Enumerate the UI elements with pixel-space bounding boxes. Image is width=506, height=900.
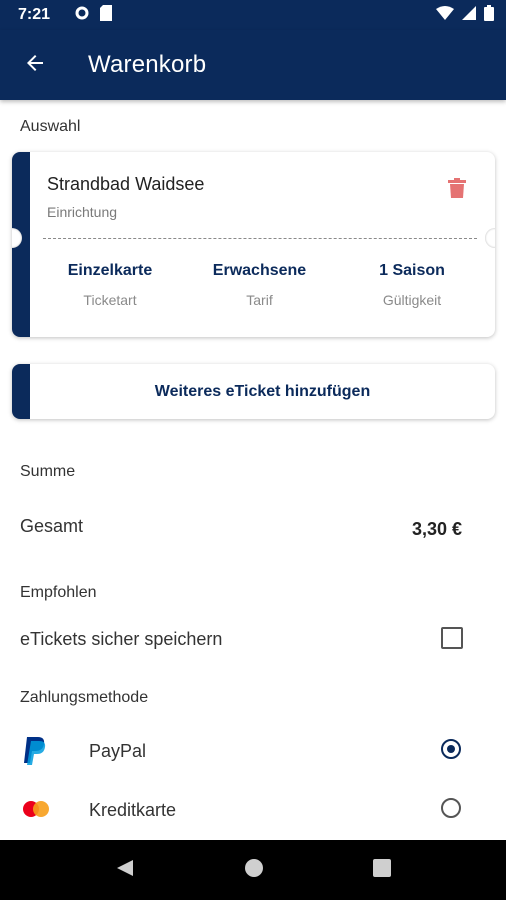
section-sum: Summe xyxy=(20,463,76,480)
add-ticket-stripe xyxy=(12,364,30,419)
ticket-name: Strandbad Waidsee xyxy=(47,174,205,194)
ticket-tariff-label: Tarif xyxy=(246,292,273,308)
nav-recents-icon[interactable] xyxy=(373,858,392,882)
ticket-notch-right xyxy=(485,228,495,248)
status-bar: 7:21 xyxy=(0,0,506,30)
signal-icon xyxy=(462,5,476,25)
back-button[interactable] xyxy=(0,30,70,100)
ticket-type-value: Einzelkarte xyxy=(67,262,153,279)
battery-icon xyxy=(484,4,494,26)
system-navigation-bar xyxy=(0,840,506,900)
page-title: Warenkorb xyxy=(88,51,207,78)
total-value: 3,30 € xyxy=(411,519,462,539)
ticket-column-tariff: Erwachsene Tarif xyxy=(202,262,317,308)
section-recommended: Empfohlen xyxy=(20,584,97,601)
status-time: 7:21 xyxy=(18,6,51,23)
payment-creditcard-label: Kreditkarte xyxy=(89,800,177,820)
mastercard-icon xyxy=(22,800,50,823)
wifi-icon xyxy=(436,5,454,25)
ticket-card[interactable]: Strandbad Waidsee Einrichtung Einzelkart… xyxy=(12,152,495,337)
ticket-type-label: Ticketart xyxy=(83,292,137,308)
trash-icon xyxy=(448,178,466,202)
ticket-validity-label: Gültigkeit xyxy=(382,292,442,308)
secure-storage-label: eTickets sicher speichern xyxy=(20,629,223,649)
ticket-divider xyxy=(43,238,477,239)
ticket-tariff-value: Erwachsene xyxy=(212,262,307,279)
ticket-column-type: Einzelkarte Ticketart xyxy=(60,262,160,308)
delete-button[interactable] xyxy=(448,178,466,203)
gear-icon xyxy=(74,5,90,26)
ticket-validity-value: 1 Saison xyxy=(379,262,445,279)
add-ticket-label: Weiteres eTicket hinzufügen xyxy=(154,382,371,400)
payment-paypal-radio[interactable] xyxy=(441,739,461,759)
ticket-type: Einrichtung xyxy=(47,204,118,220)
payment-paypal-label: PayPal xyxy=(89,741,147,761)
nav-home-icon[interactable] xyxy=(244,858,264,883)
sd-card-icon xyxy=(100,4,113,26)
section-selection: Auswahl xyxy=(20,118,81,135)
app-bar: Warenkorb xyxy=(0,30,506,100)
secure-storage-checkbox[interactable] xyxy=(441,627,463,649)
total-label: Gesamt xyxy=(20,516,84,536)
arrow-back-icon xyxy=(23,51,47,80)
paypal-icon xyxy=(22,735,48,770)
add-ticket-button[interactable]: Weiteres eTicket hinzufügen xyxy=(12,364,495,419)
ticket-column-validity: 1 Saison Gültigkeit xyxy=(362,262,462,308)
section-payment: Zahlungsmethode xyxy=(20,689,149,706)
nav-back-icon[interactable] xyxy=(115,858,135,883)
payment-creditcard-radio[interactable] xyxy=(441,798,461,818)
